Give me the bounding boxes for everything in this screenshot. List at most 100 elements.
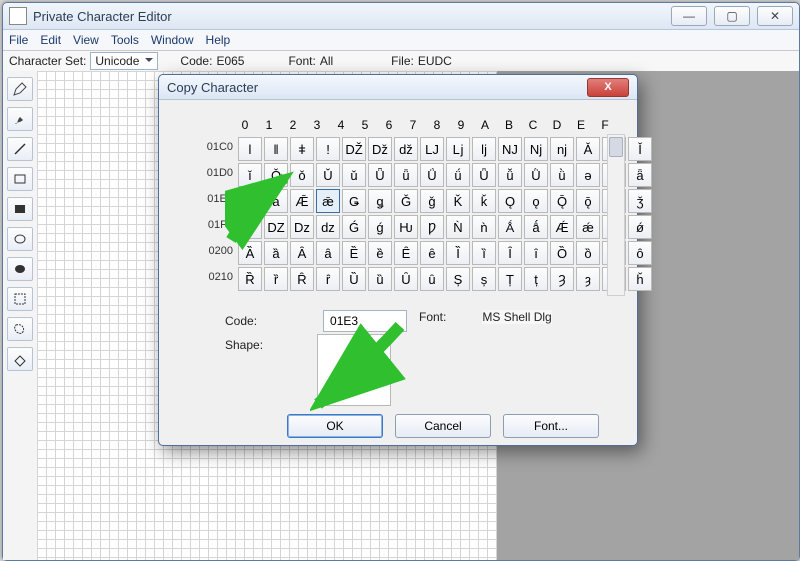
menu-file[interactable]: File <box>9 33 28 47</box>
character-cell[interactable]: Ǘ <box>420 163 444 187</box>
character-cell[interactable]: ǥ <box>368 189 392 213</box>
character-cell[interactable]: ǿ <box>628 215 652 239</box>
freeform-select-tool[interactable] <box>7 317 33 341</box>
character-cell[interactable]: ǐ <box>238 163 262 187</box>
character-cell[interactable]: ǃ <box>316 137 340 161</box>
character-cell[interactable]: Ǐ <box>628 137 652 161</box>
character-cell[interactable]: Ȍ <box>550 241 574 265</box>
character-cell[interactable]: ǯ <box>628 189 652 213</box>
character-cell[interactable]: Ǩ <box>446 189 470 213</box>
close-button[interactable]: ✕ <box>757 6 793 26</box>
character-cell[interactable]: ș <box>472 267 496 291</box>
character-cell[interactable]: ǜ <box>550 163 574 187</box>
character-cell[interactable]: ǵ <box>368 215 392 239</box>
character-cell[interactable]: Ȅ <box>342 241 366 265</box>
character-cell[interactable]: Ǽ <box>550 215 574 239</box>
character-cell[interactable]: ǘ <box>446 163 470 187</box>
character-cell[interactable]: Ǫ <box>498 189 522 213</box>
character-cell[interactable]: Ȝ <box>550 267 574 291</box>
menu-edit[interactable]: Edit <box>40 33 61 47</box>
character-cell[interactable]: ǳ <box>316 215 340 239</box>
menu-view[interactable]: View <box>73 33 99 47</box>
character-cell[interactable]: Ǭ <box>550 189 574 213</box>
ellipse-tool[interactable] <box>7 227 33 251</box>
character-cell[interactable]: ǭ <box>576 189 600 213</box>
character-cell[interactable]: ǰ <box>238 215 262 239</box>
character-cell[interactable]: Ǒ <box>264 163 288 187</box>
character-cell[interactable]: Ǳ <box>264 215 288 239</box>
character-cell[interactable]: ǒ <box>290 163 314 187</box>
character-cell[interactable]: ǉ <box>472 137 496 161</box>
character-cell[interactable]: Ǥ <box>342 189 366 213</box>
character-cell[interactable]: Ǡ <box>238 189 262 213</box>
character-cell[interactable]: Ț <box>498 267 522 291</box>
character-cell[interactable]: Ǉ <box>420 137 444 161</box>
grid-scrollbar[interactable] <box>607 134 625 296</box>
character-cell[interactable]: Ȇ <box>394 241 418 265</box>
character-cell[interactable]: Ǎ <box>576 137 600 161</box>
character-cell[interactable]: ȑ <box>264 267 288 291</box>
character-cell[interactable]: ȁ <box>264 241 288 265</box>
character-cell[interactable]: ǔ <box>342 163 366 187</box>
charset-combo[interactable]: Unicode <box>90 52 158 70</box>
character-cell[interactable]: ǻ <box>524 215 548 239</box>
character-cell[interactable]: ȟ <box>628 267 652 291</box>
character-cell[interactable]: ț <box>524 267 548 291</box>
character-cell[interactable]: ǈ <box>446 137 470 161</box>
character-cell[interactable]: ȃ <box>316 241 340 265</box>
minimize-button[interactable]: — <box>671 6 707 26</box>
rect-tool[interactable] <box>7 167 33 191</box>
ok-button[interactable]: OK <box>287 414 383 438</box>
character-cell[interactable]: ȇ <box>420 241 444 265</box>
character-cell[interactable]: ǂ <box>290 137 314 161</box>
character-cell[interactable]: Ǣ <box>290 189 314 213</box>
character-cell[interactable]: Ȓ <box>290 267 314 291</box>
character-cell[interactable]: ȗ <box>420 267 444 291</box>
character-cell[interactable]: Ǻ <box>498 215 522 239</box>
character-cell[interactable]: ȋ <box>524 241 548 265</box>
character-cell[interactable]: Ȋ <box>498 241 522 265</box>
character-cell[interactable]: ǲ <box>290 215 314 239</box>
character-cell[interactable]: ǟ <box>628 163 652 187</box>
character-cell[interactable]: Ș <box>446 267 470 291</box>
character-cell[interactable]: Ȗ <box>394 267 418 291</box>
character-cell[interactable]: ȉ <box>472 241 496 265</box>
select-tool[interactable] <box>7 287 33 311</box>
character-cell[interactable]: Ǚ <box>472 163 496 187</box>
character-cell[interactable]: ǀ <box>238 137 262 161</box>
brush-tool[interactable] <box>7 107 33 131</box>
filled-ellipse-tool[interactable] <box>7 257 33 281</box>
character-cell[interactable]: ȏ <box>628 241 652 265</box>
character-cell[interactable]: ǽ <box>576 215 600 239</box>
character-cell[interactable]: ǝ <box>576 163 600 187</box>
character-cell[interactable]: Ƕ <box>394 215 418 239</box>
maximize-button[interactable]: ▢ <box>714 6 750 26</box>
character-cell[interactable]: Ȃ <box>290 241 314 265</box>
character-cell[interactable]: Ƿ <box>420 215 444 239</box>
menu-help[interactable]: Help <box>206 33 231 47</box>
character-cell[interactable]: ǧ <box>420 189 444 213</box>
character-cell[interactable]: ȝ <box>576 267 600 291</box>
character-cell[interactable]: ǖ <box>394 163 418 187</box>
scrollbar-thumb[interactable] <box>609 137 623 157</box>
character-cell[interactable]: Ȉ <box>446 241 470 265</box>
character-cell[interactable]: Ǧ <box>394 189 418 213</box>
menu-tools[interactable]: Tools <box>111 33 139 47</box>
character-cell[interactable]: ǋ <box>524 137 548 161</box>
menu-window[interactable]: Window <box>151 33 194 47</box>
character-cell[interactable]: ǣ <box>316 189 340 213</box>
character-cell[interactable]: ǁ <box>264 137 288 161</box>
character-cell[interactable]: ǫ <box>524 189 548 213</box>
character-cell[interactable]: ǆ <box>394 137 418 161</box>
character-cell[interactable]: Ǌ <box>498 137 522 161</box>
dialog-close-button[interactable]: X <box>587 78 629 97</box>
pencil-tool[interactable] <box>7 77 33 101</box>
character-cell[interactable]: ǩ <box>472 189 496 213</box>
font-button[interactable]: Font... <box>503 414 599 438</box>
eraser-tool[interactable] <box>7 347 33 371</box>
line-tool[interactable] <box>7 137 33 161</box>
character-cell[interactable]: Ǹ <box>446 215 470 239</box>
character-cell[interactable]: ǡ <box>264 189 288 213</box>
character-cell[interactable]: ȅ <box>368 241 392 265</box>
character-cell[interactable]: ǚ <box>498 163 522 187</box>
